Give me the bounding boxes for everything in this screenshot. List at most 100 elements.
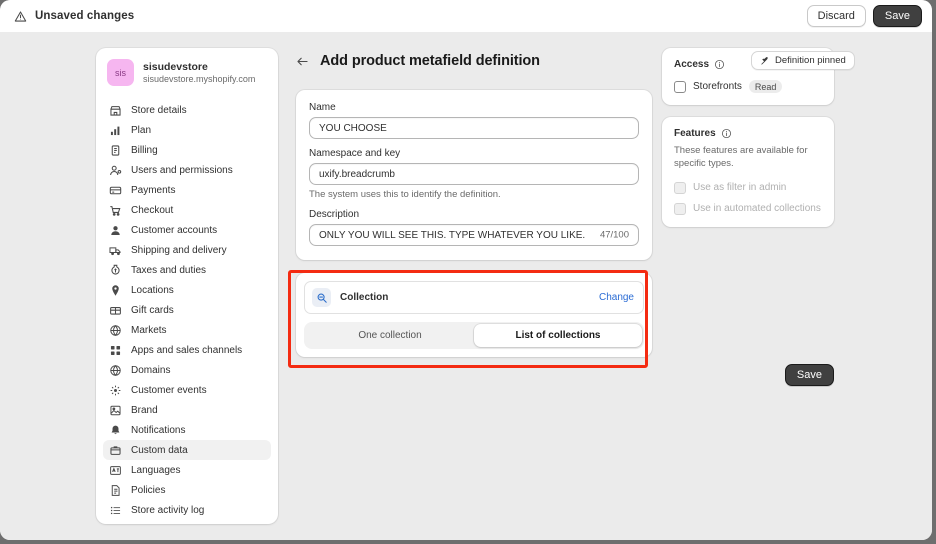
storefronts-label: Storefronts	[693, 81, 742, 92]
pin-icon	[760, 56, 770, 66]
sidebar-item-users-and-permissions[interactable]: Users and permissions	[103, 160, 271, 180]
main-header: Add product metafield definition	[296, 48, 652, 74]
sidebar-item-label: Brand	[131, 404, 158, 416]
person-icon	[109, 224, 122, 237]
sidebar-item-label: Apps and sales channels	[131, 344, 243, 356]
discard-button[interactable]: Discard	[806, 5, 866, 27]
map-pin-icon	[109, 284, 122, 297]
definition-pinned-button[interactable]: Definition pinned	[751, 51, 855, 70]
store-header[interactable]: sis sisudevstore sisudevstore.myshopify.…	[96, 48, 278, 97]
definition-form-card: Name Namespace and key The system uses t…	[296, 90, 652, 260]
sidebar-item-payments[interactable]: Payments	[103, 180, 271, 200]
store-avatar: sis	[107, 59, 134, 86]
top-bar-actions: Discard Save	[806, 5, 922, 27]
sidebar-item-label: Languages	[131, 464, 181, 476]
features-description: These features are available for specifi…	[674, 145, 808, 169]
sidebar-item-label: Users and permissions	[131, 164, 233, 176]
sidebar-item-customer-accounts[interactable]: Customer accounts	[103, 220, 271, 240]
sidebar-item-brand[interactable]: Brand	[103, 400, 271, 420]
description-input[interactable]	[309, 224, 639, 246]
sidebar-item-customer-events[interactable]: Customer events	[103, 380, 271, 400]
sidebar-item-store-details[interactable]: Store details	[103, 100, 271, 120]
segment-list-of-collections[interactable]: List of collections	[474, 324, 642, 347]
definition-pinned-label: Definition pinned	[775, 55, 846, 66]
metafield-type-name: Collection	[340, 292, 389, 303]
storefronts-access-row: Storefronts Read	[674, 80, 822, 93]
database-icon	[109, 444, 122, 457]
bottom-save-wrapper: Save	[296, 364, 834, 386]
sidebar-item-shipping-and-delivery[interactable]: Shipping and delivery	[103, 240, 271, 260]
sidebar-item-markets[interactable]: Markets	[103, 320, 271, 340]
use-as-filter-checkbox	[674, 181, 686, 194]
collection-search-icon	[312, 288, 331, 307]
sidebar-item-store-activity-log[interactable]: Store activity log	[103, 500, 271, 520]
delivery-truck-icon	[109, 244, 122, 257]
page-title: Add product metafield definition	[320, 53, 540, 69]
sidebar-item-taxes-and-duties[interactable]: Taxes and duties	[103, 260, 271, 280]
right-sidebar: Access Storefronts Read Features These f…	[662, 48, 834, 227]
storefronts-checkbox[interactable]	[674, 80, 686, 93]
info-circle-icon[interactable]	[714, 59, 725, 70]
info-circle-icon[interactable]	[721, 128, 732, 139]
gift-card-icon	[109, 304, 122, 317]
sidebar-item-custom-data[interactable]: Custom data	[103, 440, 271, 460]
change-type-link[interactable]: Change	[599, 292, 634, 303]
save-button-bottom[interactable]: Save	[784, 364, 834, 386]
shopping-cart-icon	[109, 204, 122, 217]
store-texts: sisudevstore sisudevstore.myshopify.com	[143, 61, 255, 84]
sidebar-item-label: Custom data	[131, 444, 188, 456]
collection-list-segmented-control: One collection List of collections	[304, 322, 644, 349]
sidebar-item-label: Markets	[131, 324, 167, 336]
sidebar-item-policies[interactable]: Policies	[103, 480, 271, 500]
sidebar-item-label: Notifications	[131, 424, 186, 436]
sidebar-item-label: Policies	[131, 484, 166, 496]
name-input[interactable]	[309, 117, 639, 139]
read-badge: Read	[748, 80, 783, 93]
events-icon	[109, 384, 122, 397]
sidebar-item-label: Checkout	[131, 204, 174, 216]
description-input-wrapper: 47/100	[309, 224, 639, 246]
sidebar-item-checkout[interactable]: Checkout	[103, 200, 271, 220]
segment-one-collection[interactable]: One collection	[306, 324, 474, 347]
back-arrow-icon[interactable]	[296, 55, 309, 68]
sidebar-item-apps-and-sales-channels[interactable]: Apps and sales channels	[103, 340, 271, 360]
metafield-type-section: Collection Change One collection List of…	[288, 270, 652, 368]
sidebar-item-billing[interactable]: Billing	[103, 140, 271, 160]
sidebar-item-locations[interactable]: Locations	[103, 280, 271, 300]
features-title-row: Features	[674, 128, 822, 139]
sidebar-item-label: Customer accounts	[131, 224, 218, 236]
namespace-and-key-label: Namespace and key	[309, 148, 401, 159]
sidebar-item-notifications[interactable]: Notifications	[103, 420, 271, 440]
main-content: Add product metafield definition Name Na…	[288, 48, 652, 368]
sidebar-item-label: Customer events	[131, 384, 207, 396]
store-icon	[109, 104, 122, 117]
sidebar-item-languages[interactable]: Languages	[103, 460, 271, 480]
sidebar-item-label: Gift cards	[131, 304, 174, 316]
use-in-automated-collections-label: Use in automated collections	[693, 203, 821, 215]
globe-icon	[109, 364, 122, 377]
credit-card-icon	[109, 184, 122, 197]
warning-triangle-icon	[14, 10, 27, 23]
sidebar-item-label: Plan	[131, 124, 152, 136]
chart-bars-icon	[109, 124, 122, 137]
sidebar-item-plan[interactable]: Plan	[103, 120, 271, 140]
sidebar-item-gift-cards[interactable]: Gift cards	[103, 300, 271, 320]
brand-image-icon	[109, 404, 122, 417]
sidebar-item-label: Payments	[131, 184, 176, 196]
sidebar-item-domains[interactable]: Domains	[103, 360, 271, 380]
use-in-automated-collections-checkbox	[674, 202, 686, 215]
sidebar-item-label: Shipping and delivery	[131, 244, 227, 256]
apps-grid-icon	[109, 344, 122, 357]
sidebar-item-label: Taxes and duties	[131, 264, 207, 276]
features-card: Features These features are available fo…	[662, 117, 834, 227]
page-body: sis sisudevstore sisudevstore.myshopify.…	[0, 32, 932, 540]
sidebar-item-label: Billing	[131, 144, 158, 156]
globe-icon	[109, 324, 122, 337]
store-domain: sisudevstore.myshopify.com	[143, 74, 256, 84]
policies-icon	[109, 484, 122, 497]
save-button-top[interactable]: Save	[872, 5, 922, 27]
namespace-help-text: The system uses this to identify the def…	[309, 189, 501, 200]
namespace-and-key-input[interactable]	[309, 163, 639, 185]
